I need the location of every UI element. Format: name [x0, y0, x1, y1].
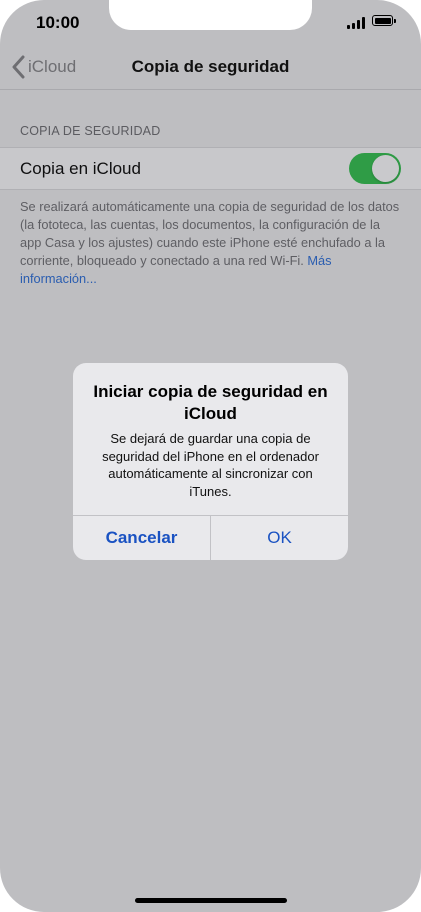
cancel-button[interactable]: Cancelar	[73, 516, 211, 560]
home-indicator[interactable]	[135, 898, 287, 903]
alert-message: Se dejará de guardar una copia de seguri…	[102, 431, 319, 499]
alert-title: Iniciar copia de seguridad en iCloud	[93, 382, 328, 423]
page-title: Copia de seguridad	[131, 57, 290, 76]
ok-button[interactable]: OK	[211, 516, 348, 560]
icloud-backup-toggle[interactable]	[349, 153, 401, 184]
alert-dialog: Iniciar copia de seguridad en iCloud Se …	[73, 363, 348, 560]
notch	[109, 0, 312, 30]
icloud-backup-cell: Copia en iCloud	[0, 147, 421, 190]
icloud-backup-label: Copia en iCloud	[20, 159, 141, 178]
section-header: COPIA DE SEGURIDAD	[20, 124, 161, 138]
battery-icon	[372, 15, 396, 26]
toggle-knob	[372, 155, 399, 182]
navigation-bar: iCloud Copia de seguridad	[0, 44, 421, 90]
status-time: 10:00	[36, 13, 80, 32]
footer-text: Se realizará automáticamente una copia d…	[20, 199, 400, 268]
alert-buttons: Cancelar OK	[73, 515, 348, 560]
section-footer: Se realizará automáticamente una copia d…	[20, 198, 400, 288]
phone-screen: 10:00 iCloud Copia de seguridad COPIA DE…	[0, 0, 421, 912]
signal-icon	[347, 17, 367, 29]
